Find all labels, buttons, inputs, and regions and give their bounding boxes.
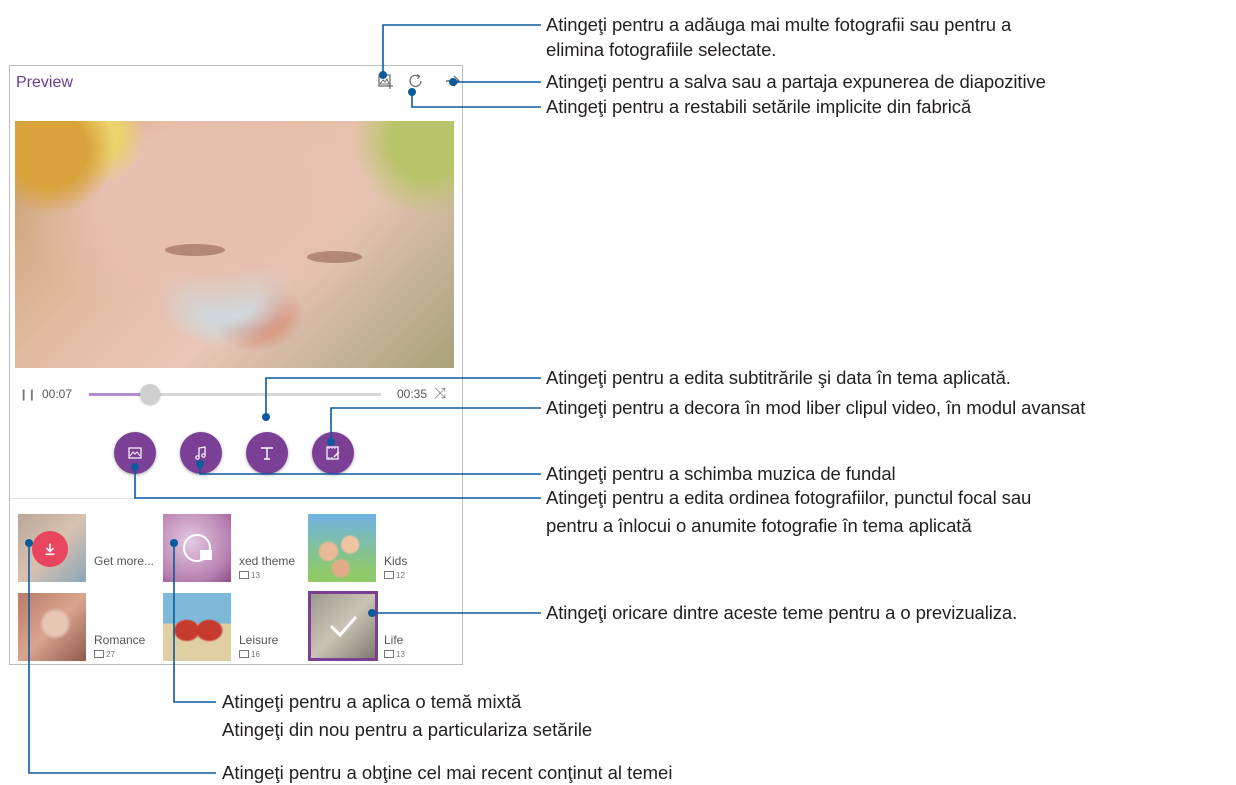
callout-subtitles: Atingeţi pentru a edita subtitrările şi …: [546, 367, 1011, 388]
callout-mixed-line2: Atingeţi din nou pentru a particulariza …: [222, 719, 593, 740]
callout-add-photos-line2: elimina fotografiile selectate.: [546, 39, 777, 60]
callout-latest: Atingeţi pentru a obţine cel mai recent …: [222, 762, 673, 783]
callout-reset: Atingeţi pentru a restabili setările imp…: [546, 96, 972, 117]
callout-order-line2: pentru a înlocui o anumite fotografie în…: [546, 515, 972, 536]
callout-order-line1: Atingeţi pentru a edita ordinea fotograf…: [546, 487, 1032, 508]
callout-add-photos-line1: Atingeţi pentru a adăuga mai multe fotog…: [546, 14, 1012, 35]
callout-save-share: Atingeţi pentru a salva sau a partaja ex…: [546, 71, 1046, 92]
callout-music: Atingeţi pentru a schimba muzica de fund…: [546, 463, 896, 484]
callout-decorate: Atingeţi pentru a decora în mod liber cl…: [546, 397, 1086, 418]
callout-mixed-line1: Atingeţi pentru a aplica o temă mixtă: [222, 691, 522, 712]
callout-preview-theme: Atingeţi oricare dintre aceste teme pent…: [546, 602, 1018, 623]
